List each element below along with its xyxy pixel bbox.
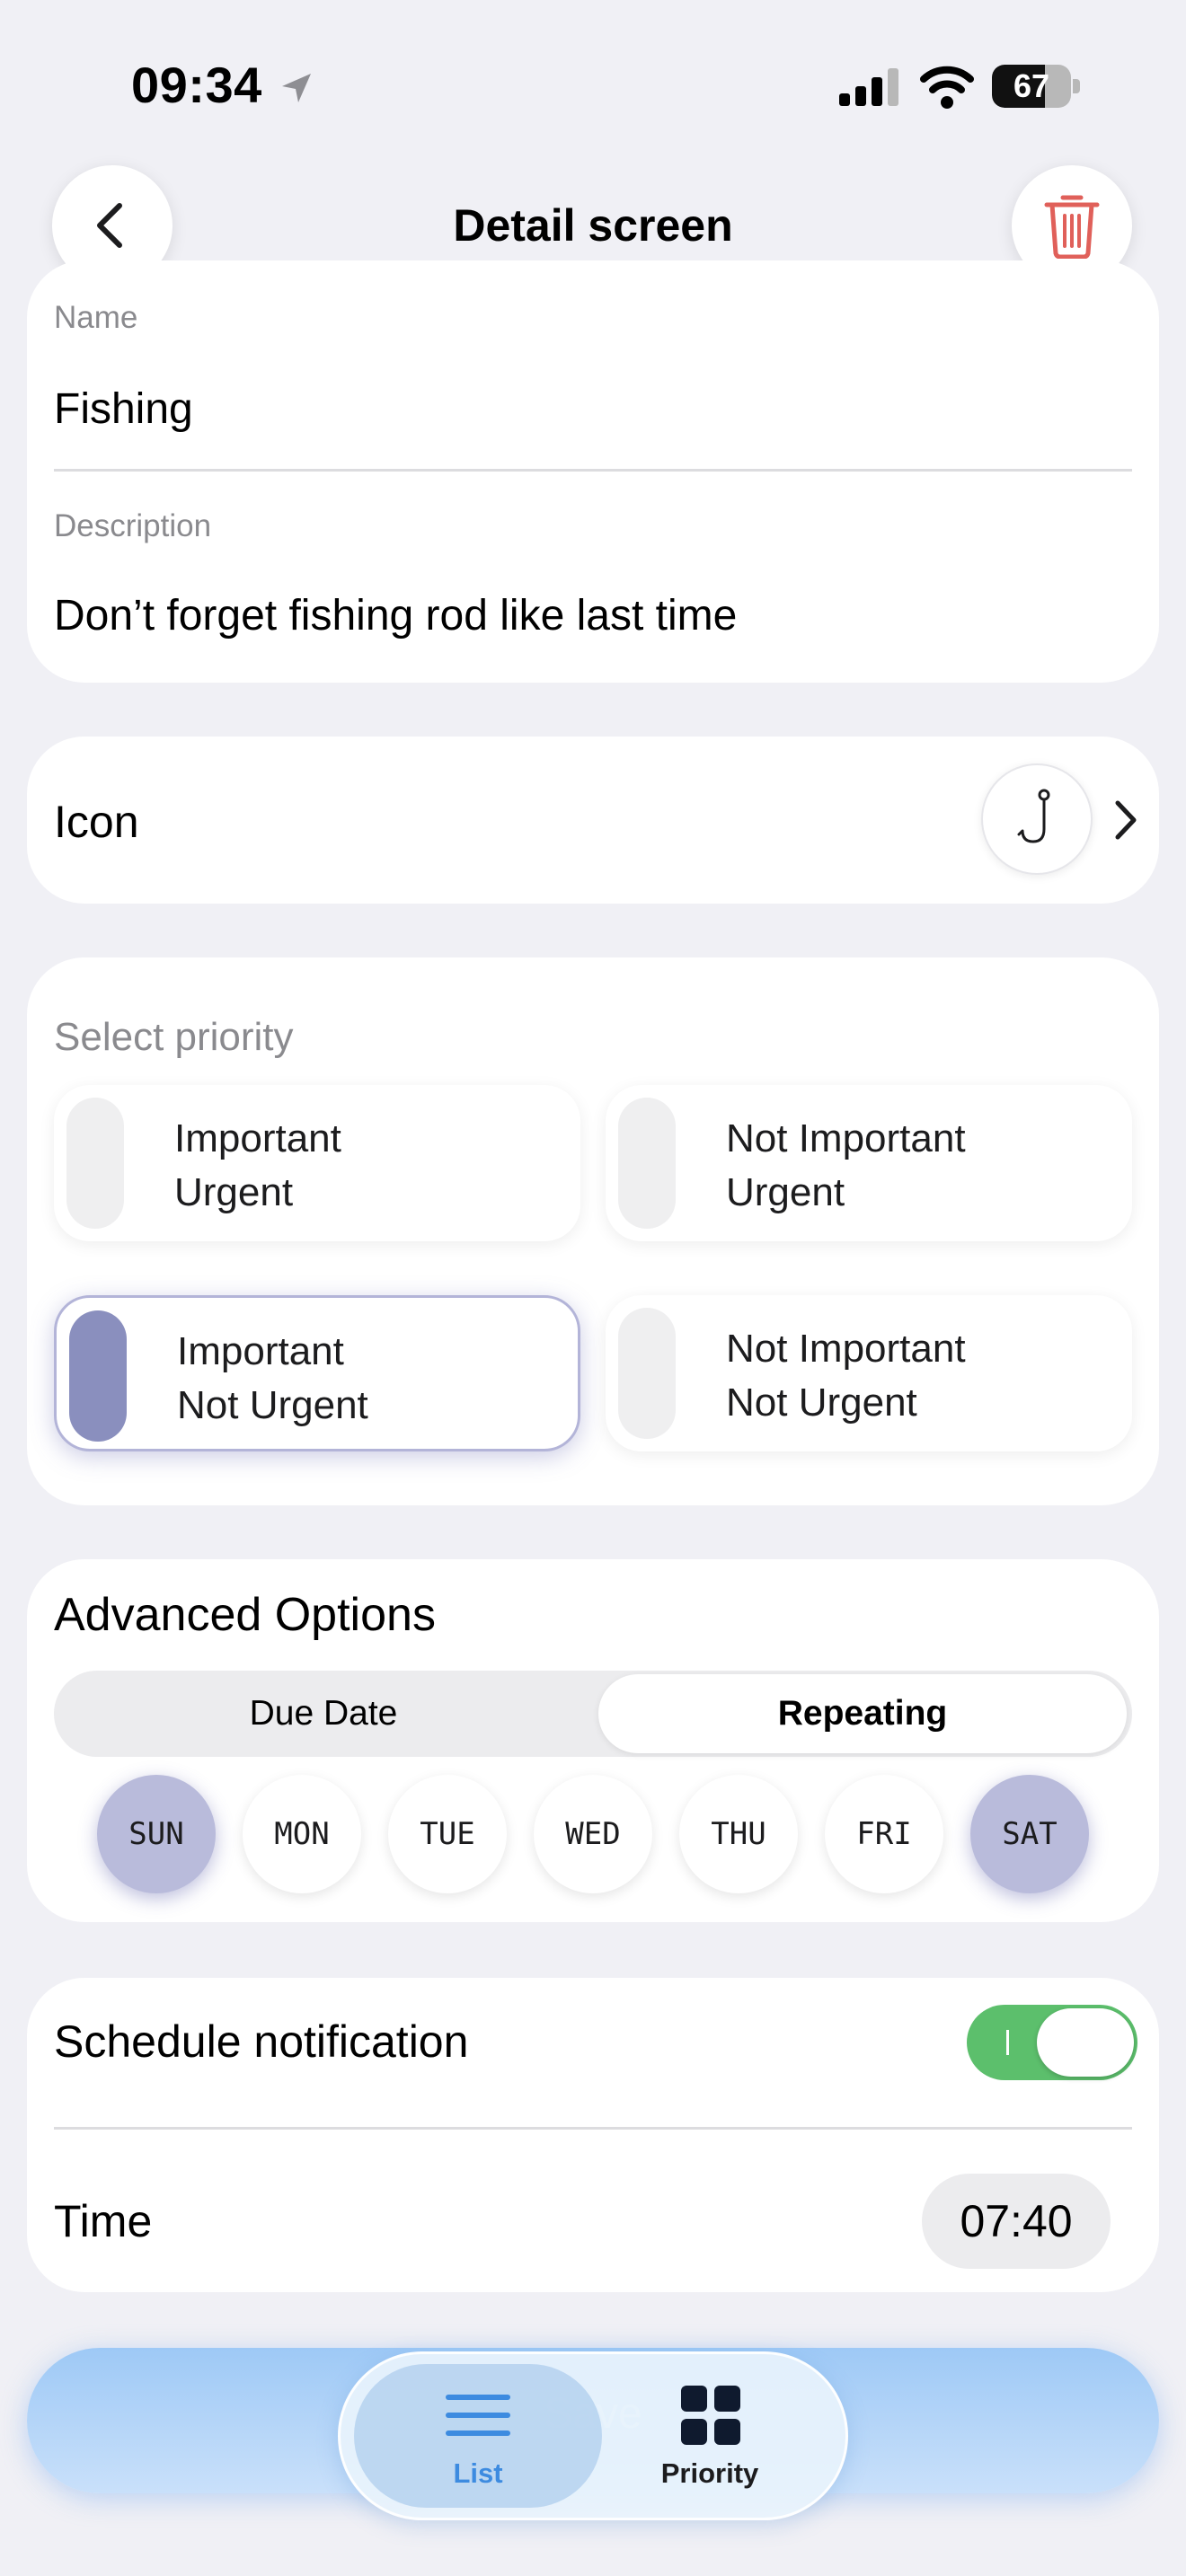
advanced-options-title: Advanced Options <box>54 1589 436 1641</box>
priority-option-not-important-urgent[interactable]: Not Important Urgent <box>606 1085 1132 1241</box>
battery-percent: 67 <box>1013 67 1050 104</box>
icon-row-label: Icon <box>54 797 139 847</box>
toggle-knob <box>1037 2008 1134 2077</box>
schedule-type-segmented-control: Due Date Repeating <box>54 1671 1132 1757</box>
selected-icon-preview[interactable] <box>981 763 1093 875</box>
divider <box>54 2127 1132 2130</box>
description-field[interactable]: Don’t forget fishing rod like last time <box>54 591 737 640</box>
chevron-right-icon <box>1115 800 1137 840</box>
location-arrow-icon <box>282 74 311 102</box>
description-label: Description <box>54 508 212 543</box>
priority-indicator <box>69 1310 127 1442</box>
priority-option-label: Not Important Urgent <box>726 1116 966 1214</box>
priority-option-label: Not Important Not Urgent <box>726 1327 966 1425</box>
list-icon <box>446 2395 510 2436</box>
priority-option-important-urgent[interactable]: Important Urgent <box>54 1085 580 1241</box>
priority-option-label: Important Urgent <box>174 1116 341 1214</box>
priority-option-important-not-urgent[interactable]: Important Not Urgent <box>54 1295 580 1451</box>
day-thu[interactable]: THU <box>679 1775 798 1893</box>
day-tue[interactable]: TUE <box>388 1775 507 1893</box>
priority-indicator <box>66 1098 124 1229</box>
priority-indicator <box>618 1098 676 1229</box>
status-time: 09:34 <box>131 57 262 113</box>
tab-list-label: List <box>453 2457 503 2489</box>
day-sun[interactable]: SUN <box>97 1775 216 1893</box>
grid-icon <box>681 2386 740 2445</box>
priority-indicator <box>618 1308 676 1439</box>
trash-icon <box>1044 195 1100 259</box>
priority-title: Select priority <box>54 1015 294 1059</box>
day-sat[interactable]: SAT <box>970 1775 1089 1893</box>
wifi-icon <box>920 66 974 109</box>
day-wed[interactable]: WED <box>534 1775 652 1893</box>
tab-priority-label: Priority <box>660 2457 759 2489</box>
cellular-signal-icon <box>839 68 898 106</box>
tab-list[interactable]: List <box>354 2364 602 2508</box>
page-title: Detail screen <box>453 200 733 251</box>
battery-indicator: 67 <box>992 65 1080 108</box>
schedule-notification-toggle[interactable] <box>967 2005 1137 2080</box>
name-field[interactable]: Fishing <box>54 384 193 434</box>
divider <box>54 469 1132 472</box>
name-label: Name <box>54 300 138 335</box>
day-mon[interactable]: MON <box>243 1775 361 1893</box>
priority-option-label: Important Not Urgent <box>177 1329 368 1427</box>
segment-due-date[interactable]: Due Date <box>54 1671 593 1757</box>
schedule-notification-label: Schedule notification <box>54 2016 469 2067</box>
fishing-hook-icon <box>1017 789 1050 843</box>
priority-option-not-important-not-urgent[interactable]: Not Important Not Urgent <box>606 1295 1132 1451</box>
tab-priority[interactable]: Priority <box>620 2364 800 2508</box>
day-fri[interactable]: FRI <box>825 1775 943 1893</box>
segment-repeating[interactable]: Repeating <box>598 1671 1127 1757</box>
time-label: Time <box>54 2196 153 2246</box>
time-picker[interactable]: 07:40 <box>922 2174 1111 2269</box>
